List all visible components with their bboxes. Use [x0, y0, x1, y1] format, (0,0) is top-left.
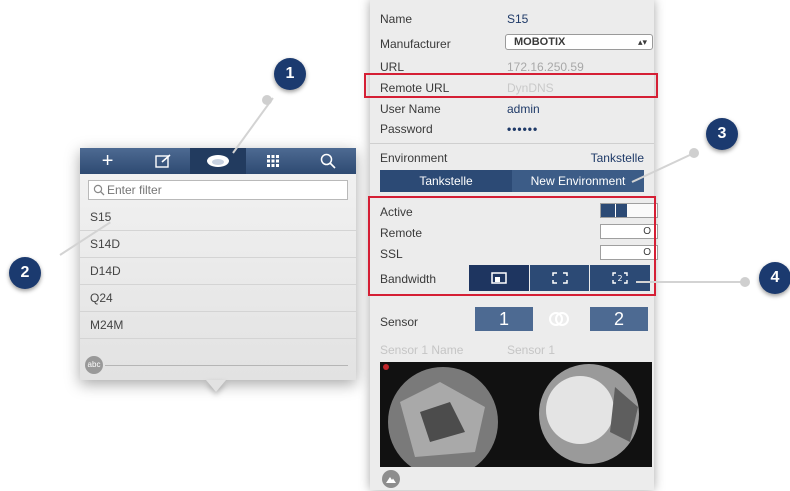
callout-4-badge: 4 [759, 262, 790, 294]
divider [370, 143, 654, 144]
camera-toolbar: + [80, 148, 356, 174]
url-label: URL [380, 60, 405, 74]
manufacturer-value: MOBOTIX [514, 36, 566, 48]
edit-icon [155, 154, 171, 168]
sensor-row: Sensor 1 2 [380, 307, 648, 331]
name-label: Name [380, 12, 413, 26]
sensor-name-row: Sensor 1 Name Sensor 1 [380, 341, 644, 359]
callout-3-dot [689, 148, 699, 158]
manufacturer-select[interactable]: MOBOTIX ▴▾ [505, 34, 653, 50]
sensor-1-button[interactable]: 1 [475, 307, 533, 331]
popover-pointer [206, 380, 226, 392]
user-name-field[interactable]: admin [507, 102, 540, 116]
environment-row: Environment Tankstelle [380, 149, 644, 167]
list-item[interactable]: D14D [80, 258, 356, 285]
user-row: User Name admin [380, 100, 644, 118]
sort-alphabetical-button[interactable]: abc [85, 356, 103, 374]
name-field[interactable]: S15 [507, 12, 528, 26]
list-item[interactable]: S15 [80, 204, 356, 231]
camera-dome-icon [207, 155, 229, 167]
tab-new-environment[interactable]: New Environment [512, 170, 644, 192]
filter-field[interactable] [88, 180, 348, 200]
user-name-label: User Name [380, 102, 441, 116]
name-row: Name S15 [380, 10, 644, 28]
password-label: Password [380, 122, 433, 136]
manufacturer-label: Manufacturer [380, 37, 451, 51]
callout-2-badge: 2 [9, 257, 41, 289]
filter-input[interactable] [105, 182, 347, 198]
search-button[interactable] [301, 148, 356, 174]
callout-1-badge: 1 [274, 58, 306, 90]
search-icon [93, 184, 105, 196]
add-camera-button[interactable]: + [80, 148, 135, 174]
remote-url-highlight [364, 73, 658, 98]
search-icon [321, 153, 336, 169]
callout-1-dot [262, 95, 272, 105]
add-icon: + [101, 150, 114, 172]
chevron-updown-icon: ▴▾ [637, 37, 647, 47]
grid-view-icon [267, 155, 280, 167]
list-item[interactable]: Q24 [80, 285, 356, 312]
environment-tabs: Tankstelle New Environment [380, 170, 644, 192]
grid-view-button[interactable] [246, 148, 301, 174]
sensor-name-field[interactable]: Sensor 1 [507, 343, 555, 357]
password-field[interactable]: •••••• [507, 122, 538, 136]
sensor-name-label: Sensor 1 Name [380, 343, 464, 357]
divider [105, 365, 348, 366]
callout-1-line [232, 97, 274, 154]
camera-list-panel: + Enter filter S15 S14D D14D Q24 M24M ab… [80, 148, 356, 380]
url-field[interactable]: 172.16.250.59 [507, 60, 584, 74]
tab-tankstelle[interactable]: Tankstelle [380, 170, 512, 192]
camera-properties-button[interactable] [190, 148, 246, 174]
camera-preview [380, 362, 652, 467]
mountain-icon[interactable] [382, 470, 400, 488]
list-item[interactable]: M24M [80, 312, 356, 339]
fisheye-preview-image [380, 362, 652, 467]
manufacturer-row: Manufacturer MOBOTIX ▴▾ [380, 34, 653, 53]
callout-4-line [636, 281, 748, 283]
edit-camera-button[interactable] [135, 148, 190, 174]
password-row: Password •••••• [380, 120, 644, 138]
settings-highlight [368, 196, 656, 296]
callout-4-dot [740, 277, 750, 287]
environment-value[interactable]: Tankstelle [591, 151, 644, 165]
environment-label: Environment [380, 151, 448, 165]
camera-list: S15 S14D D14D Q24 M24M [80, 204, 356, 339]
sensor-2-button[interactable]: 2 [590, 307, 648, 331]
link-sensors-icon[interactable] [548, 311, 570, 327]
callout-3-badge: 3 [706, 118, 738, 150]
sensor-label: Sensor [380, 315, 419, 329]
list-item[interactable]: S14D [80, 231, 356, 258]
